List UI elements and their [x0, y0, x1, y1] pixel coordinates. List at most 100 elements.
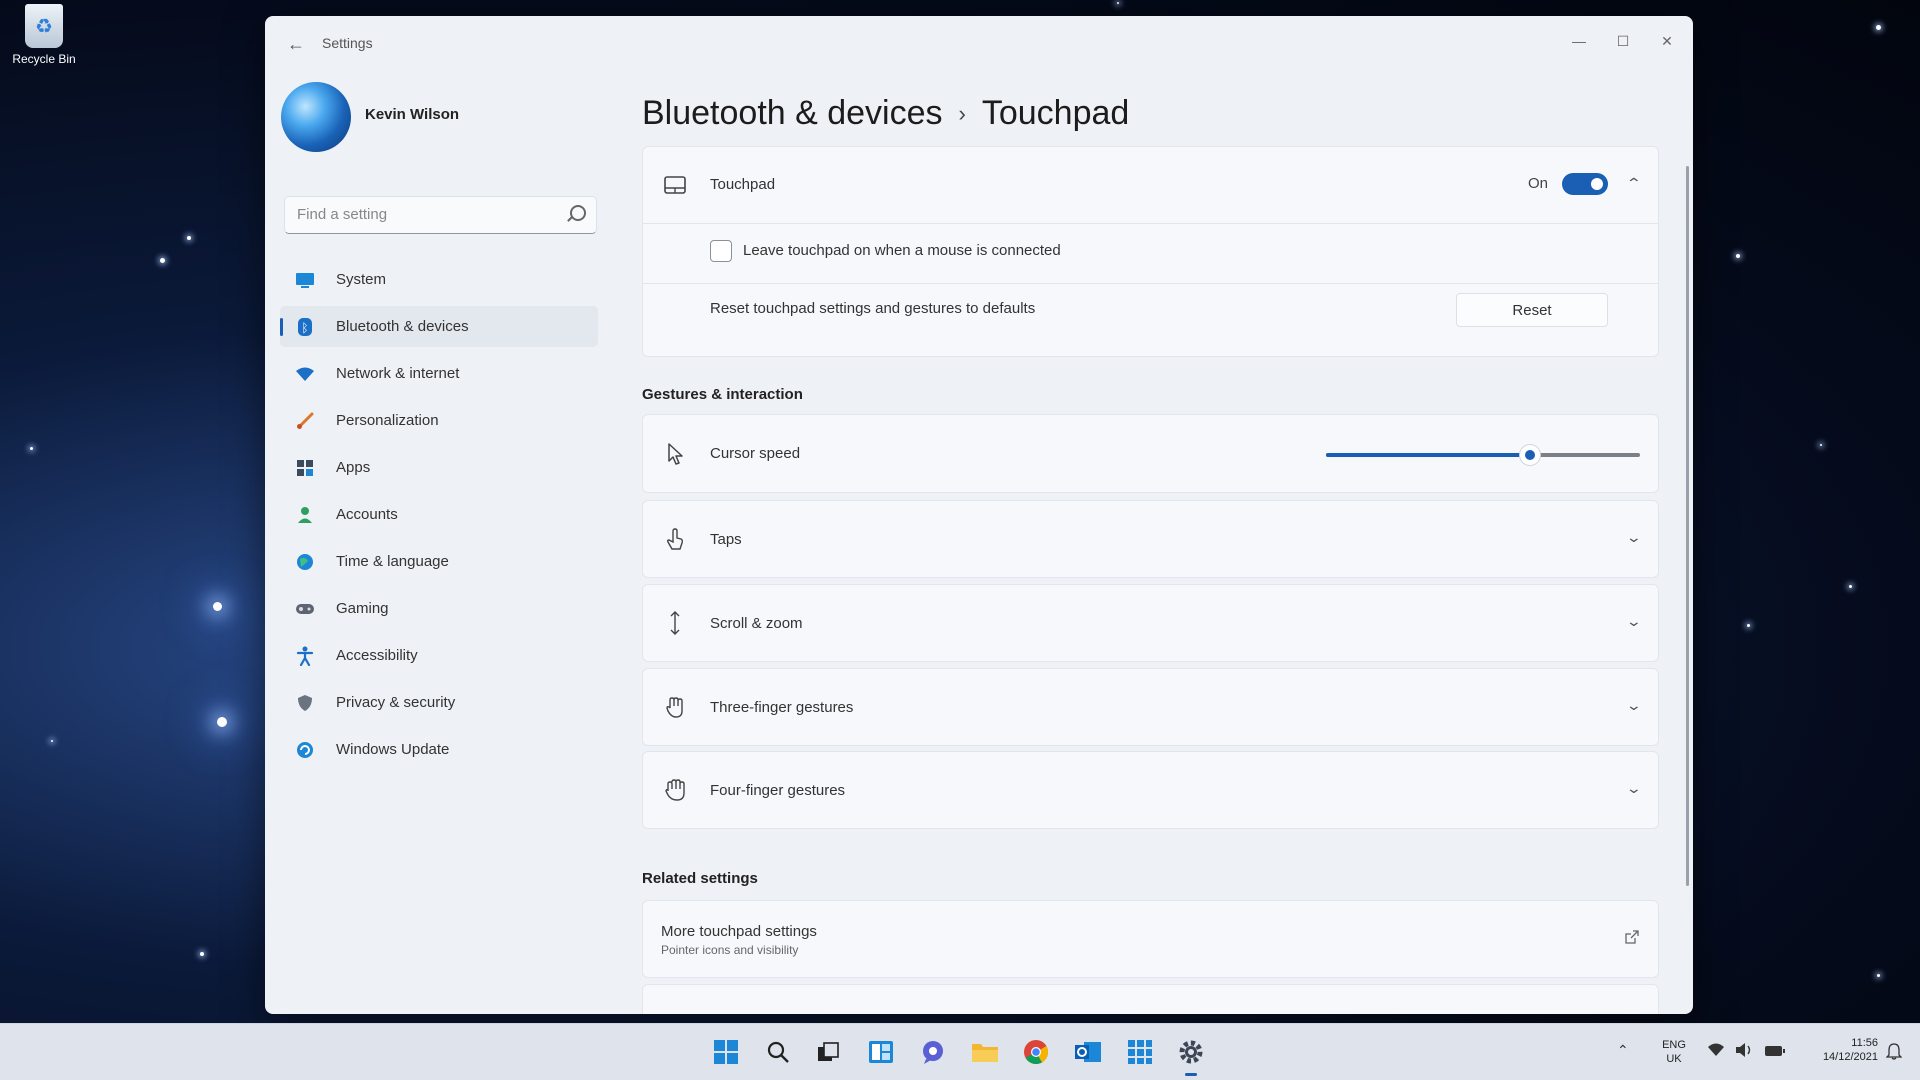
window-title: Settings [322, 35, 373, 51]
more-touchpad-settings-title: More touchpad settings [661, 923, 817, 940]
sidebar-item-accounts[interactable]: Accounts [280, 494, 598, 535]
language-indicator[interactable]: ENG UK [1660, 1038, 1688, 1066]
four-finger-row[interactable]: Four-finger gestures ⌄ [642, 751, 1659, 829]
svg-text:ᛒ: ᛒ [301, 321, 308, 335]
tray-overflow-chevron-icon[interactable]: ⌃ [1617, 1042, 1629, 1059]
sidebar-item-label: System [336, 271, 387, 288]
page-heading: Bluetooth & devices › Touchpad [642, 94, 1129, 133]
desktop-icon-recycle-bin[interactable]: Recycle Bin [6, 4, 82, 66]
apps-icon [294, 457, 316, 479]
cursor-speed-card: Cursor speed [642, 414, 1659, 493]
scrollbar[interactable] [1686, 166, 1689, 886]
wifi-status-icon[interactable] [1707, 1042, 1725, 1063]
taps-label: Taps [710, 531, 742, 548]
touchpad-header-row[interactable]: Touchpad On ⌃ [643, 147, 1658, 224]
chevron-up-icon[interactable]: ⌃ [1626, 175, 1642, 192]
reset-button[interactable]: Reset [1456, 293, 1608, 327]
next-related-row-partial[interactable] [642, 984, 1659, 1014]
volume-icon[interactable] [1735, 1042, 1753, 1063]
sidebar-item-bluetooth-devices[interactable]: ᛒ Bluetooth & devices [280, 306, 598, 347]
chevron-down-icon[interactable]: ⌄ [1626, 613, 1642, 630]
sidebar-item-label: Windows Update [336, 741, 450, 758]
touchpad-label: Touchpad [710, 176, 776, 193]
sidebar-item-label: Privacy & security [336, 694, 456, 711]
sidebar-item-label: Gaming [336, 600, 389, 617]
chevron-down-icon[interactable]: ⌄ [1626, 529, 1642, 546]
sidebar-item-personalization[interactable]: Personalization [280, 400, 598, 441]
breadcrumb-parent[interactable]: Bluetooth & devices [642, 94, 943, 132]
brush-icon [294, 410, 316, 432]
gamepad-icon [294, 598, 316, 620]
start-icon[interactable] [710, 1036, 742, 1068]
battery-icon[interactable] [1764, 1044, 1786, 1062]
store-icon[interactable] [1124, 1036, 1156, 1068]
person-icon [294, 504, 316, 526]
sidebar-item-label: Apps [336, 459, 371, 476]
shield-icon [294, 692, 316, 714]
monitor-icon [294, 269, 316, 291]
wifi-icon [294, 363, 316, 385]
sidebar-item-system[interactable]: System [280, 259, 598, 300]
outlook-icon[interactable] [1072, 1036, 1104, 1068]
user-profile[interactable]: Kevin Wilson [281, 82, 601, 154]
four-finger-icon [663, 778, 687, 802]
sidebar-item-accessibility[interactable]: Accessibility [280, 635, 598, 676]
sidebar-item-gaming[interactable]: Gaming [280, 588, 598, 629]
chevron-down-icon[interactable]: ⌄ [1626, 697, 1642, 714]
sidebar-item-time-language[interactable]: Time & language [280, 541, 598, 582]
touchpad-toggle[interactable] [1562, 173, 1608, 195]
leave-touchpad-checkbox[interactable] [710, 240, 732, 262]
leave-touchpad-row: Leave touchpad on when a mouse is connec… [643, 223, 1658, 284]
chevron-down-icon[interactable]: ⌄ [1626, 780, 1642, 797]
toggle-state-label: On [1527, 175, 1548, 192]
search-icon[interactable] [570, 205, 586, 221]
title-bar: ← Settings — ☐ ✕ [265, 16, 1693, 72]
search-input[interactable] [285, 197, 569, 231]
taps-row[interactable]: Taps ⌄ [642, 500, 1659, 578]
reset-row: Reset touchpad settings and gestures to … [643, 283, 1658, 358]
sidebar-item-apps[interactable]: Apps [280, 447, 598, 488]
close-button[interactable]: ✕ [1645, 26, 1689, 56]
chat-icon[interactable] [917, 1036, 949, 1068]
clock[interactable]: 11:56 14/12/2021 [1798, 1036, 1878, 1064]
sidebar-item-label: Accessibility [336, 647, 418, 664]
sidebar-item-label: Personalization [336, 412, 439, 429]
slider-fill [1326, 453, 1531, 457]
search-icon[interactable] [762, 1036, 794, 1068]
slider-thumb[interactable] [1520, 445, 1541, 465]
cursor-speed-label: Cursor speed [710, 445, 801, 462]
task-view-icon[interactable] [812, 1036, 844, 1068]
language-top: ENG [1662, 1039, 1686, 1051]
clock-time: 11:56 [1851, 1037, 1878, 1049]
maximize-button[interactable]: ☐ [1601, 26, 1645, 56]
four-finger-label: Four-finger gestures [710, 782, 846, 799]
sidebar-item-network[interactable]: Network & internet [280, 353, 598, 394]
recycle-bin-label: Recycle Bin [12, 52, 76, 66]
cursor-speed-slider[interactable] [1326, 445, 1640, 465]
recycle-bin-icon [25, 4, 63, 48]
settings-gear-icon[interactable] [1175, 1036, 1207, 1076]
widgets-icon[interactable] [865, 1036, 897, 1068]
file-explorer-icon[interactable] [969, 1036, 1001, 1068]
notification-bell-icon[interactable] [1885, 1042, 1903, 1065]
settings-window: ← Settings — ☐ ✕ Kevin Wilson System ᛒ B… [265, 16, 1693, 1014]
page-title: Touchpad [981, 94, 1130, 132]
scroll-zoom-row[interactable]: Scroll & zoom ⌄ [642, 584, 1659, 662]
reset-label: Reset touchpad settings and gestures to … [710, 300, 1036, 317]
chrome-icon[interactable] [1020, 1036, 1052, 1068]
sidebar-item-windows-update[interactable]: Windows Update [280, 729, 598, 770]
cursor-icon [663, 442, 687, 466]
profile-name: Kevin Wilson [365, 106, 460, 123]
minimize-button[interactable]: — [1557, 26, 1601, 56]
more-touchpad-settings-row[interactable]: More touchpad settings Pointer icons and… [642, 900, 1659, 978]
three-finger-label: Three-finger gestures [710, 699, 854, 716]
related-section-title: Related settings [642, 870, 758, 887]
globe-clock-icon [294, 551, 316, 573]
back-arrow-icon[interactable]: ← [281, 30, 311, 58]
update-icon [294, 739, 316, 761]
three-finger-row[interactable]: Three-finger gestures ⌄ [642, 668, 1659, 746]
active-indicator [280, 318, 283, 336]
gestures-section-title: Gestures & interaction [642, 386, 803, 403]
sidebar-item-label: Network & internet [336, 365, 460, 382]
sidebar-item-privacy-security[interactable]: Privacy & security [280, 682, 598, 723]
